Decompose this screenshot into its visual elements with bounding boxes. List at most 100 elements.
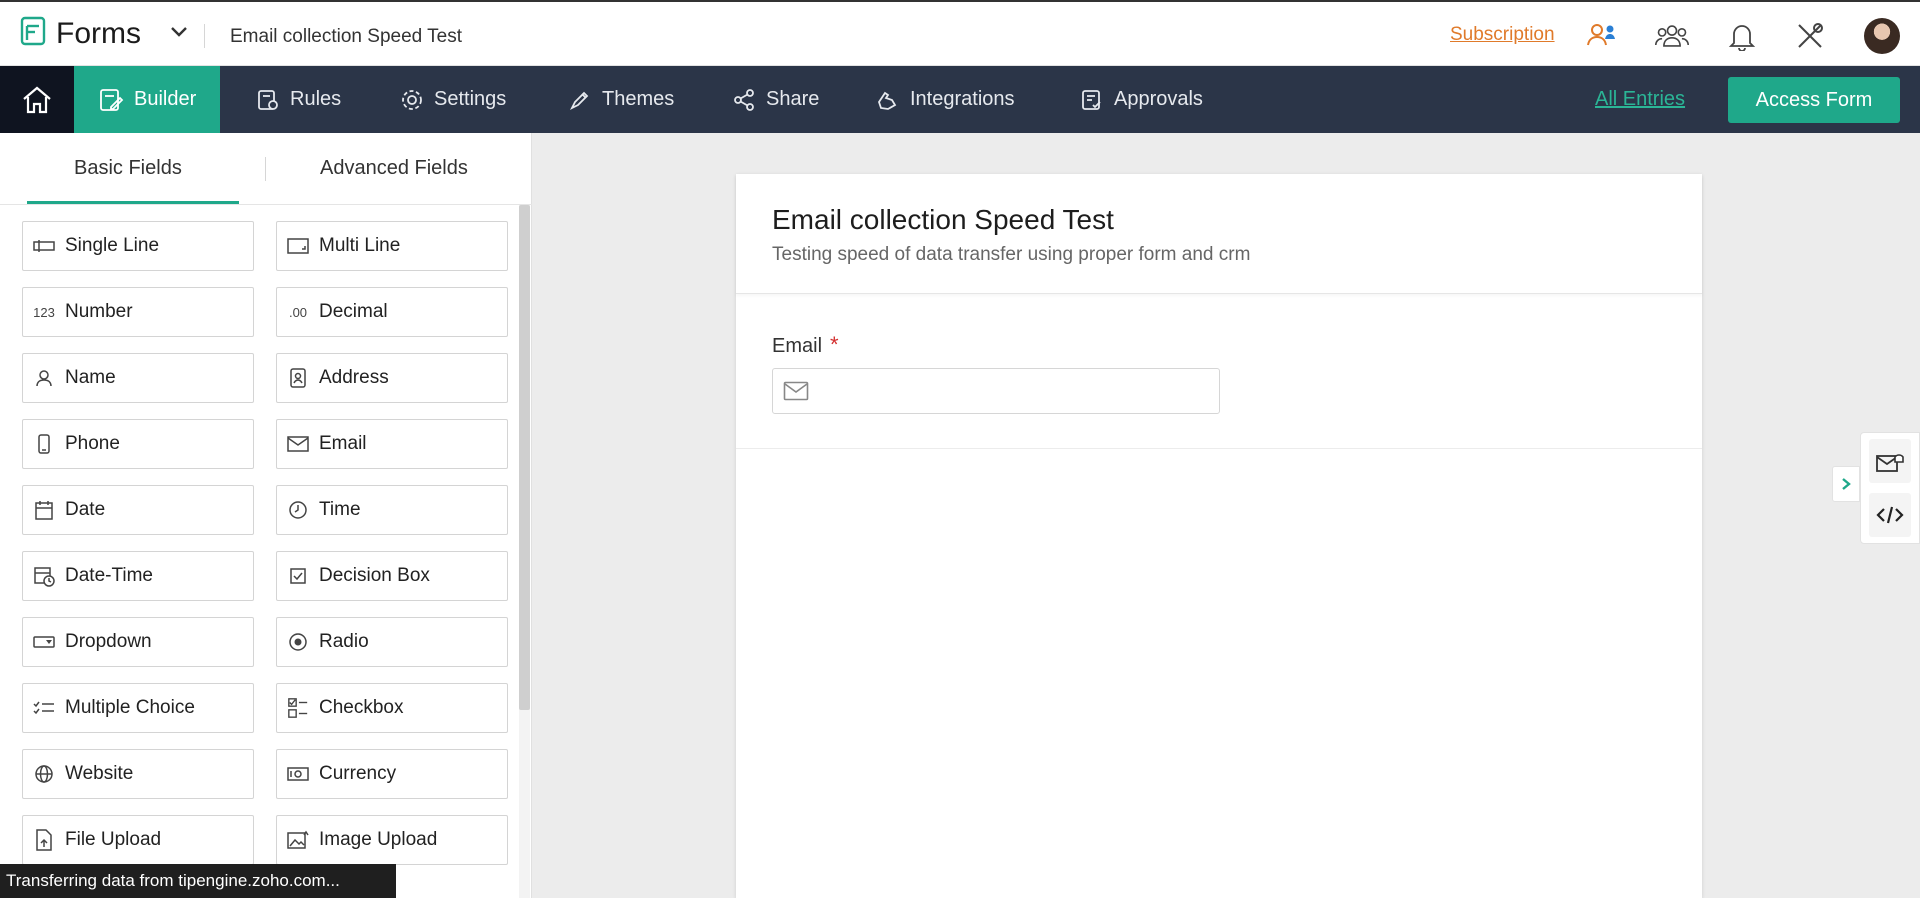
rules-icon [256,88,280,112]
field-label: Currency [319,763,397,784]
field-radio-button[interactable]: Radio [276,617,508,667]
email-label: Email * [772,332,839,357]
field-time-button[interactable]: Time [276,485,508,535]
form-canvas: Email collection Speed Test Testing spee… [736,174,1702,898]
tab-integrations[interactable]: Integrations [852,66,1039,133]
field-multiple-choice-button[interactable]: Multiple Choice [22,683,254,733]
tab-share[interactable]: Share [708,66,843,133]
field-label: Decimal [319,301,388,322]
field-label: Date-Time [65,565,153,586]
panel-collapse-button[interactable] [1832,466,1860,502]
globe-icon [33,763,55,785]
tab-approvals[interactable]: Approvals [1056,66,1227,133]
nav-item-label: Themes [602,88,675,110]
field-checkbox-button[interactable]: Checkbox [276,683,508,733]
field-date-button[interactable]: Date [22,485,254,535]
form-name: Email collection Speed Test [230,26,462,47]
field-label: Multi Line [319,235,401,256]
field-email-button[interactable]: Email [276,419,508,469]
field-label: Address [319,367,389,388]
field-dropdown-button[interactable]: Dropdown [22,617,254,667]
side-toolbar [1860,432,1920,544]
access-form-button[interactable]: Access Form [1728,77,1900,123]
form-header[interactable]: Email collection Speed Test Testing spee… [736,174,1702,294]
checkbox-checked-icon [287,565,309,587]
radio-icon [287,631,309,653]
approvals-icon [1080,88,1104,112]
email-notification-button[interactable] [1869,439,1911,483]
email-field-section[interactable]: Email * [736,294,1702,449]
home-button[interactable] [0,66,74,133]
app-brand[interactable]: Forms [20,16,141,51]
field-decimal-button[interactable]: .00 Decimal [276,287,508,337]
mail-bell-icon [1876,454,1904,472]
embed-code-button[interactable] [1869,493,1911,537]
field-label: Number [65,301,133,322]
gear-icon [400,88,424,112]
tab-basic-fields[interactable]: Basic Fields [74,157,182,180]
field-image-upload-button[interactable]: Image Upload [276,815,508,865]
code-icon [1876,506,1904,524]
field-label: Time [319,499,361,520]
field-label: Website [65,763,134,784]
tab-advanced-fields[interactable]: Advanced Fields [320,157,468,180]
builder-icon [98,87,124,113]
field-file-upload-button[interactable]: File Upload [22,815,254,865]
tools-icon[interactable] [1792,18,1828,54]
all-entries-link[interactable]: All Entries [1595,88,1685,111]
field-name-button[interactable]: Name [22,353,254,403]
home-icon [23,86,51,113]
tab-themes[interactable]: Themes [544,66,698,133]
form-description: Testing speed of data transfer using pro… [772,244,1251,265]
calendar-icon [33,499,55,521]
tab-rules[interactable]: Rules [232,66,365,133]
divider [204,24,205,48]
field-label: Name [65,367,116,388]
field-label: Radio [319,631,369,652]
field-website-button[interactable]: Website [22,749,254,799]
nav-item-label: Integrations [910,88,1015,110]
field-tabs: Basic Fields Advanced Fields [0,133,532,205]
file-upload-icon [33,829,55,851]
avatar[interactable] [1864,18,1900,54]
tab-settings[interactable]: Settings [376,66,530,133]
nav-item-label: Approvals [1114,88,1203,110]
forms-logo-icon [20,16,46,51]
nav-item-label: Builder [134,88,197,110]
email-field[interactable] [772,368,1220,414]
single-line-icon [33,235,55,257]
tab-builder[interactable]: Builder [74,66,221,133]
puzzle-icon [876,88,900,112]
multiple-choice-icon [33,697,55,719]
field-single-line-button[interactable]: Single Line [22,221,254,271]
nav-item-label: Settings [434,88,507,110]
envelope-icon [287,433,309,455]
team-icon[interactable] [1654,18,1690,54]
scrollbar-thumb[interactable] [519,205,530,710]
field-phone-button[interactable]: Phone [22,419,254,469]
date-time-icon [33,565,55,587]
number-icon: 123 [33,304,55,320]
chevron-down-icon[interactable] [170,26,188,38]
field-address-button[interactable]: Address [276,353,508,403]
field-decision-box-button[interactable]: Decision Box [276,551,508,601]
subscription-link[interactable]: Subscription [1450,24,1555,46]
field-multi-line-button[interactable]: Multi Line [276,221,508,271]
field-label: Phone [65,433,120,454]
checkbox-list-icon [287,697,309,719]
field-label: File Upload [65,829,162,850]
field-number-button[interactable]: 123 Number [22,287,254,337]
address-icon [287,367,309,389]
person-icon [33,367,55,389]
main-nav: Builder Rules Settings Themes Share Integrati… [0,66,1920,133]
field-label: Image Upload [319,829,438,850]
phone-icon [33,433,55,455]
field-date-time-button[interactable]: Date-Time [22,551,254,601]
bell-icon[interactable] [1724,18,1760,54]
active-tab-indicator [27,201,239,204]
field-currency-button[interactable]: Currency [276,749,508,799]
nav-item-label: Share [766,88,820,110]
users-switch-icon[interactable] [1584,18,1620,54]
currency-icon [287,763,309,785]
field-label: Dropdown [65,631,152,652]
